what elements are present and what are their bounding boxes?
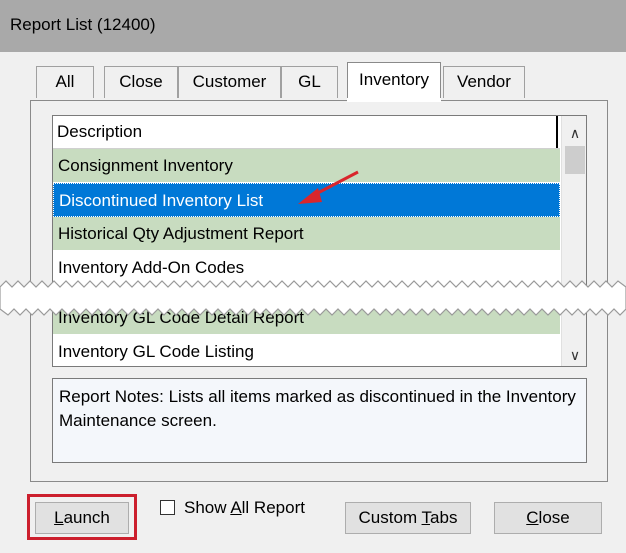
launch-label: aunch: [63, 508, 110, 527]
title-bar: Report List (12400): [0, 0, 626, 52]
vertical-scrollbar[interactable]: ∧ ∨: [561, 116, 586, 366]
report-list-window: Report List (12400) All Close Customer G…: [0, 0, 626, 553]
tab-close[interactable]: Close: [104, 66, 178, 98]
custom-tabs-label: Custom: [358, 508, 422, 527]
report-notes: Report Notes: Lists all items marked as …: [52, 378, 587, 463]
checkbox-box[interactable]: [160, 500, 175, 515]
tab-label: Inventory: [359, 70, 429, 89]
tab-label: GL: [298, 72, 321, 91]
custom-tabs-accel: T: [421, 508, 431, 527]
scroll-up-icon[interactable]: ∧: [562, 120, 586, 146]
tab-inventory[interactable]: Inventory: [347, 62, 441, 100]
custom-tabs-button[interactable]: Custom Tabs: [345, 502, 471, 534]
annotation-arrow-icon: [298, 170, 359, 204]
close-label: lose: [538, 508, 570, 527]
list-item[interactable]: Inventory GL Code Listing: [53, 335, 560, 366]
tab-customer[interactable]: Customer: [178, 66, 281, 98]
show-all-report-label: Show All Report: [184, 498, 305, 517]
tab-label: All: [55, 72, 75, 91]
tab-label: Close: [119, 72, 163, 91]
scroll-thumb[interactable]: [565, 146, 585, 174]
column-header-description[interactable]: Description: [53, 116, 558, 148]
launch-button[interactable]: Launch: [35, 502, 129, 534]
screenshot-break: [0, 280, 626, 316]
tab-panel-join: [347, 98, 441, 102]
tab-label: Vendor: [457, 72, 511, 91]
report-list[interactable]: Description Consignment Inventory Discon…: [52, 115, 587, 367]
tab-label: Customer: [192, 72, 267, 91]
launch-accel: L: [54, 508, 64, 527]
close-button[interactable]: Close: [494, 502, 602, 534]
list-header: Description: [53, 116, 560, 149]
close-accel: C: [526, 508, 539, 527]
scroll-down-icon[interactable]: ∨: [562, 342, 586, 366]
custom-tabs-label-rest: abs: [430, 508, 458, 527]
tab-all[interactable]: All: [36, 66, 94, 98]
list-item[interactable]: Historical Qty Adjustment Report: [53, 217, 560, 251]
tab-vendor[interactable]: Vendor: [443, 66, 525, 98]
tab-gl[interactable]: GL: [281, 66, 338, 98]
window-title: Report List (12400): [10, 15, 156, 34]
